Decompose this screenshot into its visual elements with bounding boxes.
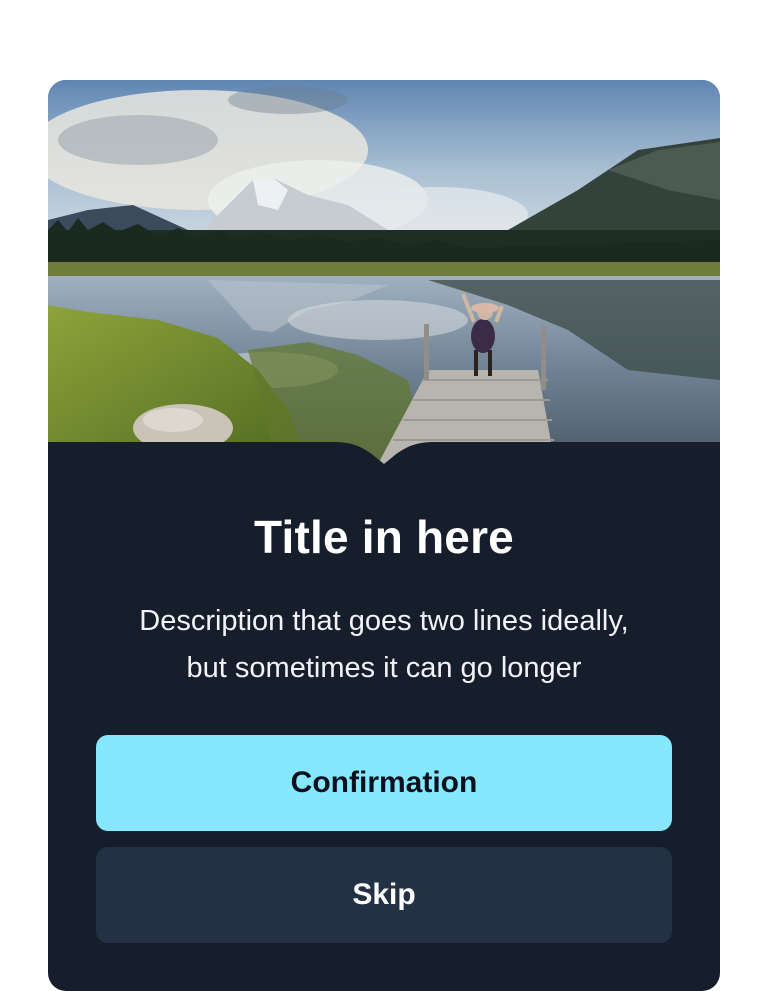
description-line-1: Description that goes two lines ideally, <box>139 605 629 637</box>
skip-button[interactable]: Skip <box>96 847 672 943</box>
hero-image <box>48 80 720 464</box>
hero-notch-divider <box>48 442 720 465</box>
lake-landscape-illustration <box>48 80 720 464</box>
card-description: Description that goes two lines ideally,… <box>88 598 680 692</box>
onboarding-card: Title in here Description that goes two … <box>48 80 720 991</box>
description-line-2: but sometimes it can go longer <box>186 652 582 684</box>
confirmation-button[interactable]: Confirmation <box>96 735 672 831</box>
card-title: Title in here <box>254 511 514 563</box>
